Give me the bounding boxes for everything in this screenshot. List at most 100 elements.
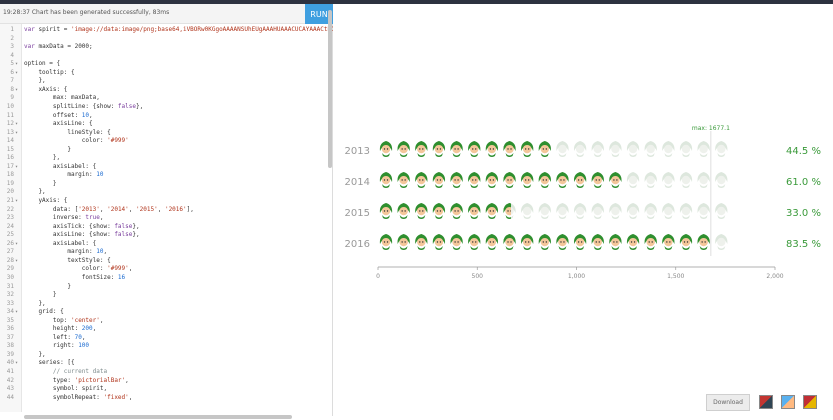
code-text: xAxis: { <box>24 85 68 93</box>
line-number: 37 <box>6 333 14 341</box>
code-line[interactable]: 11 offset: 10, <box>0 112 330 120</box>
code-line[interactable]: 29 color: '#999', <box>0 265 330 273</box>
code-line[interactable]: 21 ▾ yAxis: { <box>0 197 330 205</box>
background-symbol <box>591 141 604 157</box>
code-line[interactable]: 25 axisLine: {show: false}, <box>0 231 330 239</box>
background-symbol <box>538 203 551 219</box>
line-number: 2 <box>10 34 14 42</box>
theme-default-button[interactable] <box>759 395 773 409</box>
line-number: 36 <box>6 325 14 333</box>
code-line[interactable]: 42 type: 'pictorialBar', <box>0 377 330 385</box>
fold-toggle-icon[interactable]: ▾ <box>15 86 18 94</box>
spirit-symbol <box>503 141 516 157</box>
code-text: right: 100 <box>24 342 90 350</box>
code-line[interactable]: 2 <box>0 35 330 43</box>
code-line[interactable]: 1 var spirit = 'image://data:image/png;ba… <box>0 26 333 34</box>
spirit-symbol <box>591 172 604 188</box>
background-symbol <box>697 141 710 157</box>
line-number: 22 <box>6 205 14 213</box>
code-line[interactable]: 9 max: maxData, <box>0 94 330 102</box>
code-line[interactable]: 24 axisTick: {show: false}, <box>0 223 330 231</box>
code-line[interactable]: 3 var maxData = 2000; <box>0 43 330 51</box>
code-line[interactable]: 35 top: 'center', <box>0 317 330 325</box>
line-number: 23 <box>6 214 14 222</box>
code-line[interactable]: 41 // current data <box>0 368 330 376</box>
line-number: 16 <box>6 154 14 162</box>
fold-toggle-icon[interactable]: ▾ <box>15 163 18 171</box>
code-line[interactable]: 32 } <box>0 291 330 299</box>
code-line[interactable]: 36 height: 200, <box>0 325 330 333</box>
code-line[interactable]: 34 ▾ grid: { <box>0 308 330 316</box>
code-text: splitLine: {show: false}, <box>24 102 144 110</box>
theme-dark-button[interactable] <box>803 395 817 409</box>
code-line[interactable]: 38 right: 100 <box>0 342 330 350</box>
code-line[interactable]: 33 }, <box>0 300 330 308</box>
code-line[interactable]: 4 <box>0 52 330 60</box>
code-line[interactable]: 17 ▾ axisLabel: { <box>0 163 330 171</box>
x-tick-label: 0 <box>376 273 380 280</box>
percent-label: 83.5 % <box>786 239 821 250</box>
code-line[interactable]: 20 }, <box>0 188 330 196</box>
background-symbol <box>715 172 728 188</box>
code-line[interactable]: 13 ▾ lineStyle: { <box>0 129 330 137</box>
x-tick-label: 1,500 <box>667 273 684 280</box>
code-line[interactable]: 28 ▾ textStyle: { <box>0 257 330 265</box>
background-symbol <box>609 141 622 157</box>
spirit-symbol <box>503 172 516 188</box>
code-text: tooltip: { <box>24 68 75 76</box>
line-number: 6 <box>10 68 14 76</box>
fold-toggle-icon[interactable]: ▾ <box>15 120 18 128</box>
code-text: textStyle: { <box>24 256 111 264</box>
code-line[interactable]: 7 }, <box>0 77 330 85</box>
spirit-symbol <box>538 172 551 188</box>
fold-toggle-icon[interactable]: ▾ <box>15 240 18 248</box>
code-line[interactable]: 6 ▾ tooltip: { <box>0 69 330 77</box>
code-line[interactable]: 23 inverse: true, <box>0 214 330 222</box>
code-line[interactable]: 22 data: ['2013', '2014', '2015', '2016'… <box>0 206 330 214</box>
code-line[interactable]: 8 ▾ xAxis: { <box>0 86 330 94</box>
code-line[interactable]: 14 color: '#999' <box>0 137 330 145</box>
fold-toggle-icon[interactable]: ▾ <box>15 60 18 68</box>
code-line[interactable]: 12 ▾ axisLine: { <box>0 120 330 128</box>
theme-light-button[interactable] <box>781 395 795 409</box>
code-line[interactable]: 39 }, <box>0 351 330 359</box>
fold-toggle-icon[interactable]: ▾ <box>15 69 18 77</box>
code-line[interactable]: 27 margin: 10, <box>0 248 330 256</box>
percent-label: 33.0 % <box>786 208 821 219</box>
fold-toggle-icon[interactable]: ▾ <box>15 359 18 367</box>
code-line[interactable]: 31 } <box>0 283 330 291</box>
line-number: 39 <box>6 350 14 358</box>
fold-toggle-icon[interactable]: ▾ <box>15 257 18 265</box>
spirit-symbol <box>485 141 499 157</box>
code-text: top: 'center', <box>24 316 104 324</box>
code-line[interactable]: 5 ▾ option = { <box>0 60 330 68</box>
spirit-symbol <box>379 141 393 157</box>
code-text: color: '#999' <box>24 137 129 145</box>
fold-toggle-icon[interactable]: ▾ <box>15 129 18 137</box>
spirit-symbol <box>609 234 622 250</box>
code-text: axisLabel: { <box>24 162 97 170</box>
line-number: 29 <box>6 265 14 273</box>
download-button[interactable]: Download <box>706 394 750 411</box>
background-symbol <box>556 203 569 219</box>
fold-toggle-icon[interactable]: ▾ <box>15 308 18 316</box>
code-line[interactable]: 44 symbolRepeat: 'fixed', <box>0 394 330 402</box>
editor-vertical-scrollbar[interactable] <box>328 10 332 168</box>
code-line[interactable]: 26 ▾ axisLabel: { <box>0 240 330 248</box>
spirit-symbol <box>468 203 481 219</box>
code-line[interactable]: 30 fontSize: 16 <box>0 274 330 282</box>
spirit-symbol <box>379 203 393 219</box>
background-symbol <box>662 203 675 219</box>
code-line[interactable]: 40 ▾ series: [{ <box>0 359 330 367</box>
code-line[interactable]: 19 } <box>0 180 330 188</box>
code-line[interactable]: 15 } <box>0 146 330 154</box>
code-line[interactable]: 10 splitLine: {show: false}, <box>0 103 330 111</box>
code-text: axisLine: {show: false}, <box>24 231 140 239</box>
code-line[interactable]: 43 symbol: spirit, <box>0 385 330 393</box>
code-line[interactable]: 16 }, <box>0 154 330 162</box>
code-line[interactable]: 37 left: 70, <box>0 334 330 342</box>
code-line[interactable]: 18 margin: 10 <box>0 171 330 179</box>
code-editor[interactable]: 1 var spirit = 'image://data:image/png;ba… <box>0 24 333 412</box>
code-text: axisLine: { <box>24 120 93 128</box>
fold-toggle-icon[interactable]: ▾ <box>15 197 18 205</box>
